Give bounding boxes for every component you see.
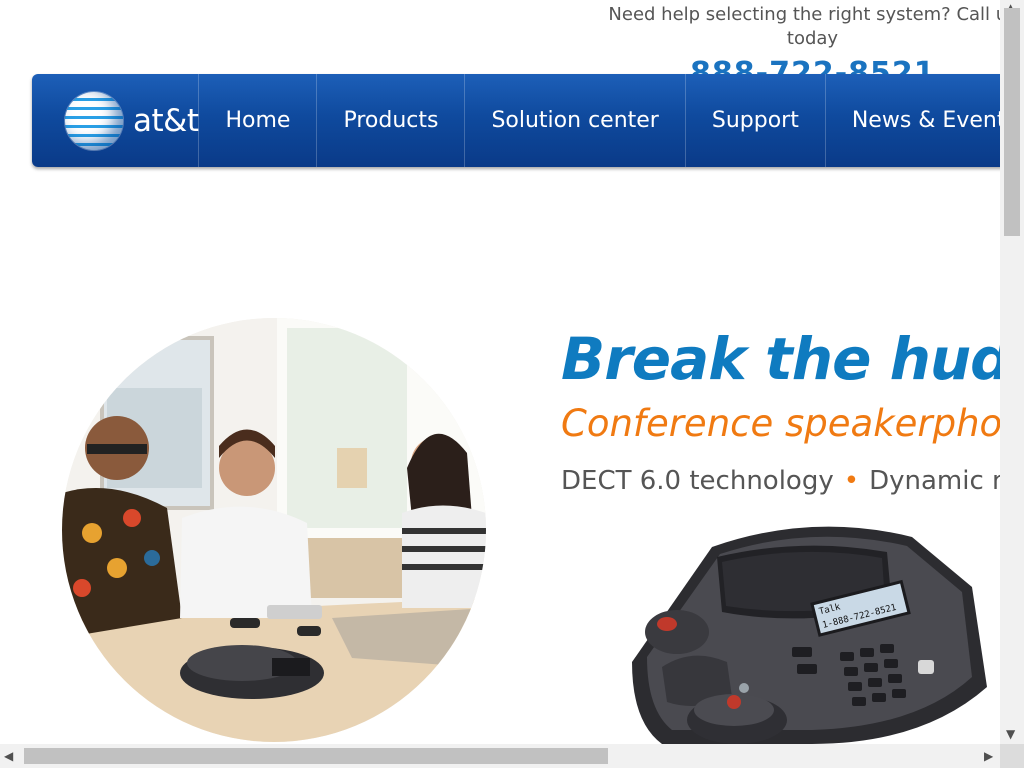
vertical-scroll-thumb[interactable]: [1004, 8, 1020, 236]
feature-separator: •: [843, 466, 860, 496]
scrollbar-corner: [1000, 744, 1024, 768]
horizontal-scrollbar[interactable]: ◀ ▶: [0, 744, 1000, 768]
hero-headline: Break the huddle: [561, 325, 1000, 393]
scroll-left-arrow-icon[interactable]: ◀: [4, 750, 13, 762]
hero-features: DECT 6.0 technology • Dynamic noise reduct…: [561, 466, 1000, 496]
brand-text: at&t: [133, 102, 199, 139]
att-globe-icon: [65, 91, 123, 150]
hero-meeting-photo: [62, 318, 486, 742]
nav-item-support[interactable]: Support: [686, 74, 826, 167]
page-viewport: Need help selecting the right system? Ca…: [0, 0, 1000, 744]
speakerphone-product-image: Talk 1-888-722-8521: [622, 512, 1000, 744]
speakerphone-illustration: Talk 1-888-722-8521: [632, 526, 987, 744]
nav-item-home[interactable]: Home: [199, 74, 318, 167]
horizontal-scroll-thumb[interactable]: [24, 748, 608, 764]
hero-subheadline: Conference speakerphone: [561, 402, 1000, 445]
scroll-down-arrow-icon[interactable]: ▼: [1006, 728, 1015, 740]
vertical-scrollbar[interactable]: ▲ ▼: [1000, 0, 1024, 744]
nav-item-solution-center[interactable]: Solution center: [465, 74, 686, 167]
att-logo[interactable]: at&t: [32, 74, 200, 167]
feature-dect: DECT 6.0 technology: [561, 466, 834, 496]
meeting-scene-illustration: [62, 318, 486, 742]
help-text: Need help selecting the right system? Ca…: [608, 4, 1000, 49]
main-navbar: at&t Home Products Solution center Suppo…: [32, 74, 1000, 167]
feature-noise-reduction: Dynamic noise reduction: [869, 466, 1000, 496]
nav-item-products[interactable]: Products: [317, 74, 466, 167]
nav-item-news-events[interactable]: News & Events: [826, 74, 1000, 167]
scroll-right-arrow-icon[interactable]: ▶: [984, 750, 993, 762]
